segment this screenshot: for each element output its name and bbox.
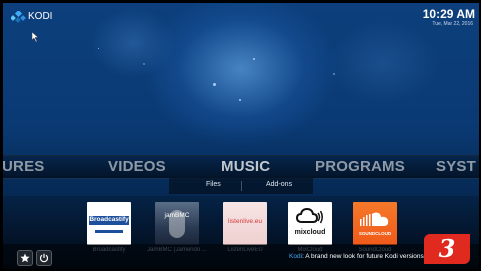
main-menu: URES VIDEOS MUSIC PROGRAMS SYST: [3, 155, 479, 179]
addon-tile-text: listenlive.eu: [228, 218, 262, 225]
kodi-home-screen: KODI 10:29 AM Tue, Mar 22, 2016 URES VID…: [3, 3, 479, 269]
submenu-divider: [241, 181, 242, 191]
bottom-bar: Kodi: A brand new look for future Kodi v…: [3, 244, 479, 269]
menu-item-programs[interactable]: PROGRAMS: [315, 158, 405, 175]
cloud-icon: [296, 207, 323, 224]
top-bar: KODI 10:29 AM Tue, Mar 22, 2016: [3, 3, 479, 42]
app-name: KODI: [28, 11, 53, 22]
date: Tue, Mar 22, 2016: [432, 21, 473, 27]
favourites-star-icon: [20, 253, 30, 263]
ticker-message: : A brand new look for future Kodi versi…: [302, 253, 424, 260]
step-number-badge: 3: [424, 234, 470, 264]
addon-tile-text: SOUNDCLOUD: [358, 231, 392, 236]
news-ticker: Kodi: A brand new look for future Kodi v…: [289, 253, 424, 260]
badge-number: 3: [438, 234, 456, 263]
soundcloud-logo-icon: [360, 212, 389, 226]
addon-tile-mixcloud[interactable]: mixcloud: [288, 202, 332, 245]
addon-tile-jambmc[interactable]: jamBMC: [155, 202, 199, 245]
menu-item-music[interactable]: MUSIC: [221, 158, 270, 175]
submenu-files[interactable]: Files: [206, 181, 221, 188]
favourites-button[interactable]: [17, 250, 33, 266]
addon-tile-text: mixcloud: [294, 229, 326, 236]
kodi-logo-icon: [11, 11, 26, 23]
cursor-icon: [32, 32, 39, 42]
submenu-addons[interactable]: Add-ons: [266, 181, 292, 188]
window: KODI 10:29 AM Tue, Mar 22, 2016 URES VID…: [0, 0, 481, 271]
ticker-source: Kodi: [289, 253, 303, 260]
power-icon: [39, 253, 49, 263]
menu-item-pictures[interactable]: URES: [3, 158, 44, 175]
menu-item-videos[interactable]: VIDEOS: [108, 158, 166, 175]
addon-tile-soundcloud[interactable]: SOUNDCLOUD: [353, 202, 397, 245]
addon-tile-text: jamBMC: [164, 212, 190, 219]
clock: 10:29 AM: [422, 7, 475, 21]
power-button[interactable]: [36, 250, 52, 266]
addon-tile-listenlive[interactable]: listenlive.eu: [223, 202, 267, 245]
submenu: Files Add-ons: [169, 178, 313, 194]
addon-tile-text: Broadcastify: [89, 216, 129, 223]
menu-item-system[interactable]: SYST: [436, 158, 476, 175]
addon-tile-broadcastify[interactable]: Broadcastify: [87, 202, 131, 245]
